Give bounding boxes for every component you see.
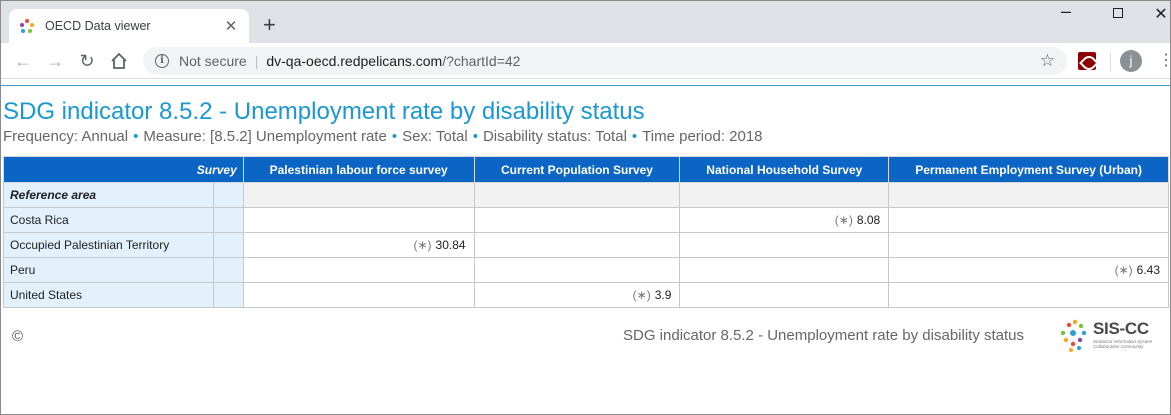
reload-icon[interactable]: ↻ [77, 51, 97, 71]
spacer-cell [212, 282, 244, 308]
value-cell [888, 232, 1169, 258]
value-cell: (∗) 3.9 [473, 282, 681, 308]
cell-value: 3.9 [654, 288, 672, 302]
url-separator: | [254, 53, 259, 69]
cell-value: 6.43 [1136, 263, 1160, 277]
url-path: /?chartId=42 [442, 53, 521, 69]
tab-title: OECD Data viewer [45, 19, 151, 33]
header-accent-line [1, 85, 1170, 86]
empty-cell [888, 182, 1169, 208]
value-cell [679, 282, 890, 308]
empty-cell [679, 182, 890, 208]
bullet-dot: • [472, 128, 478, 145]
column-header: Current Population Survey [473, 156, 681, 183]
bullet-dot: • [133, 128, 139, 145]
filter-time-period: Time period: 2018 [642, 128, 763, 145]
empty-cell [242, 182, 475, 208]
value-cell [242, 257, 475, 283]
filter-sex: Sex: Total [402, 128, 468, 145]
data-table: Survey Palestinian labour force survey C… [3, 156, 1169, 308]
url-host: dv-qa-oecd.redpelicans.com [266, 53, 443, 69]
row-label: Costa Rica [3, 207, 214, 233]
close-window-icon[interactable]: ✕ [1151, 4, 1171, 24]
table-row: Costa Rica (∗) 8.08 [3, 207, 1169, 233]
column-header: National Household Survey [679, 156, 890, 183]
bookmark-star-icon[interactable]: ☆ [1040, 51, 1055, 71]
column-header-row: Survey Palestinian labour force survey C… [3, 156, 1169, 183]
copyright-icon[interactable]: © [12, 328, 23, 345]
browser-menu-icon[interactable]: ⋮ [1158, 49, 1171, 73]
toolbar-divider [1110, 53, 1111, 71]
column-header: Permanent Employment Survey (Urban) [888, 156, 1169, 183]
spacer-cell [212, 182, 244, 208]
logo-subtitle: Statistical Information System Collabora… [1093, 339, 1153, 349]
filter-disability: Disability status: Total [482, 128, 627, 145]
bullet-dot: • [631, 128, 638, 145]
value-cell [242, 282, 475, 308]
logo-text: SIS-CC [1093, 319, 1149, 338]
value-cell [888, 282, 1169, 308]
table-row: Occupied Palestinian Territory (∗) 30.84 [3, 232, 1169, 258]
estimate-flag: (∗) [413, 238, 432, 252]
column-header: Palestinian labour force survey [242, 156, 475, 183]
profile-avatar[interactable]: j [1120, 50, 1142, 72]
value-cell [242, 207, 475, 233]
tab-strip: OECD Data viewer ✕ + – ✕ [1, 1, 1170, 43]
row-label: Occupied Palestinian Territory [3, 232, 214, 258]
filter-frequency: Frequency: Annual [3, 128, 129, 145]
address-bar[interactable]: i Not secure | dv-qa-oecd.redpelicans.co… [143, 47, 1067, 75]
spacer-cell [212, 207, 244, 233]
value-cell: (∗) 8.08 [679, 207, 890, 233]
cell-value: 30.84 [435, 238, 466, 252]
minimize-window-icon[interactable]: – [1051, 1, 1081, 22]
spacer-cell [212, 232, 244, 258]
table-row: Peru (∗) 6.43 [3, 257, 1169, 283]
cell-value: 8.08 [856, 213, 881, 227]
value-cell [679, 232, 890, 258]
maximize-window-icon[interactable] [1103, 5, 1133, 21]
value-cell [679, 257, 890, 283]
value-cell: (∗) 6.43 [888, 257, 1169, 283]
table-row: United States (∗) 3.9 [3, 282, 1169, 308]
empty-cell [473, 182, 681, 208]
oecd-favicon-icon [20, 19, 34, 33]
value-cell [473, 257, 681, 283]
browser-tab[interactable]: OECD Data viewer ✕ [9, 9, 249, 43]
footer-title: SDG indicator 8.5.2 - Unemployment rate … [623, 327, 1025, 344]
row-label: Peru [3, 257, 214, 283]
forward-arrow-icon[interactable]: → [45, 51, 65, 71]
info-icon[interactable]: i [155, 54, 169, 68]
estimate-flag: (∗) [1114, 263, 1133, 277]
tab-close-icon[interactable]: ✕ [223, 17, 239, 35]
survey-dimension-label: Survey [3, 156, 244, 183]
page-title: SDG indicator 8.5.2 - Unemployment rate … [3, 98, 645, 125]
pdf-extension-icon[interactable] [1078, 52, 1096, 70]
browser-toolbar: ← → ↻ i Not secure | dv-qa-oecd.redpelic… [1, 43, 1170, 79]
reference-area-label: Reference area [3, 182, 214, 208]
value-cell: (∗) 30.84 [242, 232, 475, 258]
new-tab-button[interactable]: + [263, 14, 276, 36]
home-icon[interactable] [109, 51, 129, 71]
value-cell [888, 207, 1169, 233]
value-cell [473, 232, 681, 258]
security-status: Not secure [179, 53, 247, 69]
row-label: United States [3, 282, 214, 308]
estimate-flag: (∗) [834, 213, 853, 227]
spacer-cell [212, 257, 244, 283]
filter-measure: Measure: [8.5.2] Unemployment rate [143, 128, 387, 145]
bullet-dot: • [391, 128, 398, 145]
back-arrow-icon[interactable]: ← [13, 51, 33, 71]
row-dimension-header-row: Reference area [3, 182, 1169, 208]
value-cell [473, 207, 681, 233]
filter-summary: Frequency: Annual • Measure: [8.5.2] Unemp… [3, 128, 763, 145]
estimate-flag: (∗) [632, 288, 651, 302]
